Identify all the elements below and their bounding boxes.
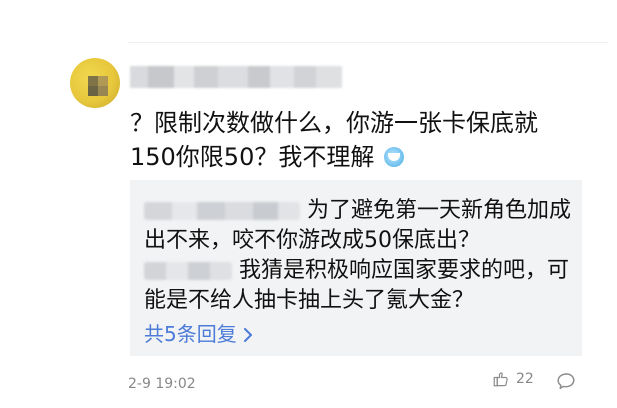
comment-text-line2-text: 150你限50？我不理解 [130,143,375,171]
reply-2-username-blurred[interactable] [144,262,232,280]
chevron-right-icon [243,322,253,346]
reply-2-line2: 能是不给人抽卡抽上头了氪大金？ [144,288,475,313]
replies-box[interactable]: 为了避免第一天新角色加成 出不来，咬不你游改成50保底出？ 我猜是积极响应国家要… [130,180,582,356]
comment-bubble-icon[interactable] [555,370,577,392]
username-blurred[interactable] [130,66,342,88]
reply-1-line2: 出不来，咬不你游改成50保底出？ [144,228,480,253]
avatar-pixelation [88,76,108,96]
reply-1-line1: 为了避免第一天新角色加成 [144,196,571,226]
reply-2-text-line1: 我猜是积极响应国家要求的吧，可 [239,258,570,283]
comment-text: ？限制次数做什么，你游一张卡保底就 150你限50？我不理解 [130,106,570,174]
top-divider [128,42,608,43]
grimace-emoji-icon [384,147,404,167]
comment-text-line1: ？限制次数做什么，你游一张卡保底就 [130,109,538,137]
avatar[interactable] [70,58,120,108]
reply-1-text-line1: 为了避免第一天新角色加成 [307,198,572,223]
reply-1-username-blurred[interactable] [144,202,300,220]
thumbs-up-icon [492,370,510,388]
like-count: 22 [516,371,534,387]
more-replies-link[interactable]: 共5条回复 [144,320,253,348]
more-replies-text: 共5条回复 [144,322,237,346]
comment-date: 2-9 19:02 [128,376,196,392]
like-button[interactable]: 22 [492,370,534,388]
comment-text-line2: 150你限50？我不理解 [130,140,570,174]
reply-2-line1: 我猜是积极响应国家要求的吧，可 [144,256,569,286]
